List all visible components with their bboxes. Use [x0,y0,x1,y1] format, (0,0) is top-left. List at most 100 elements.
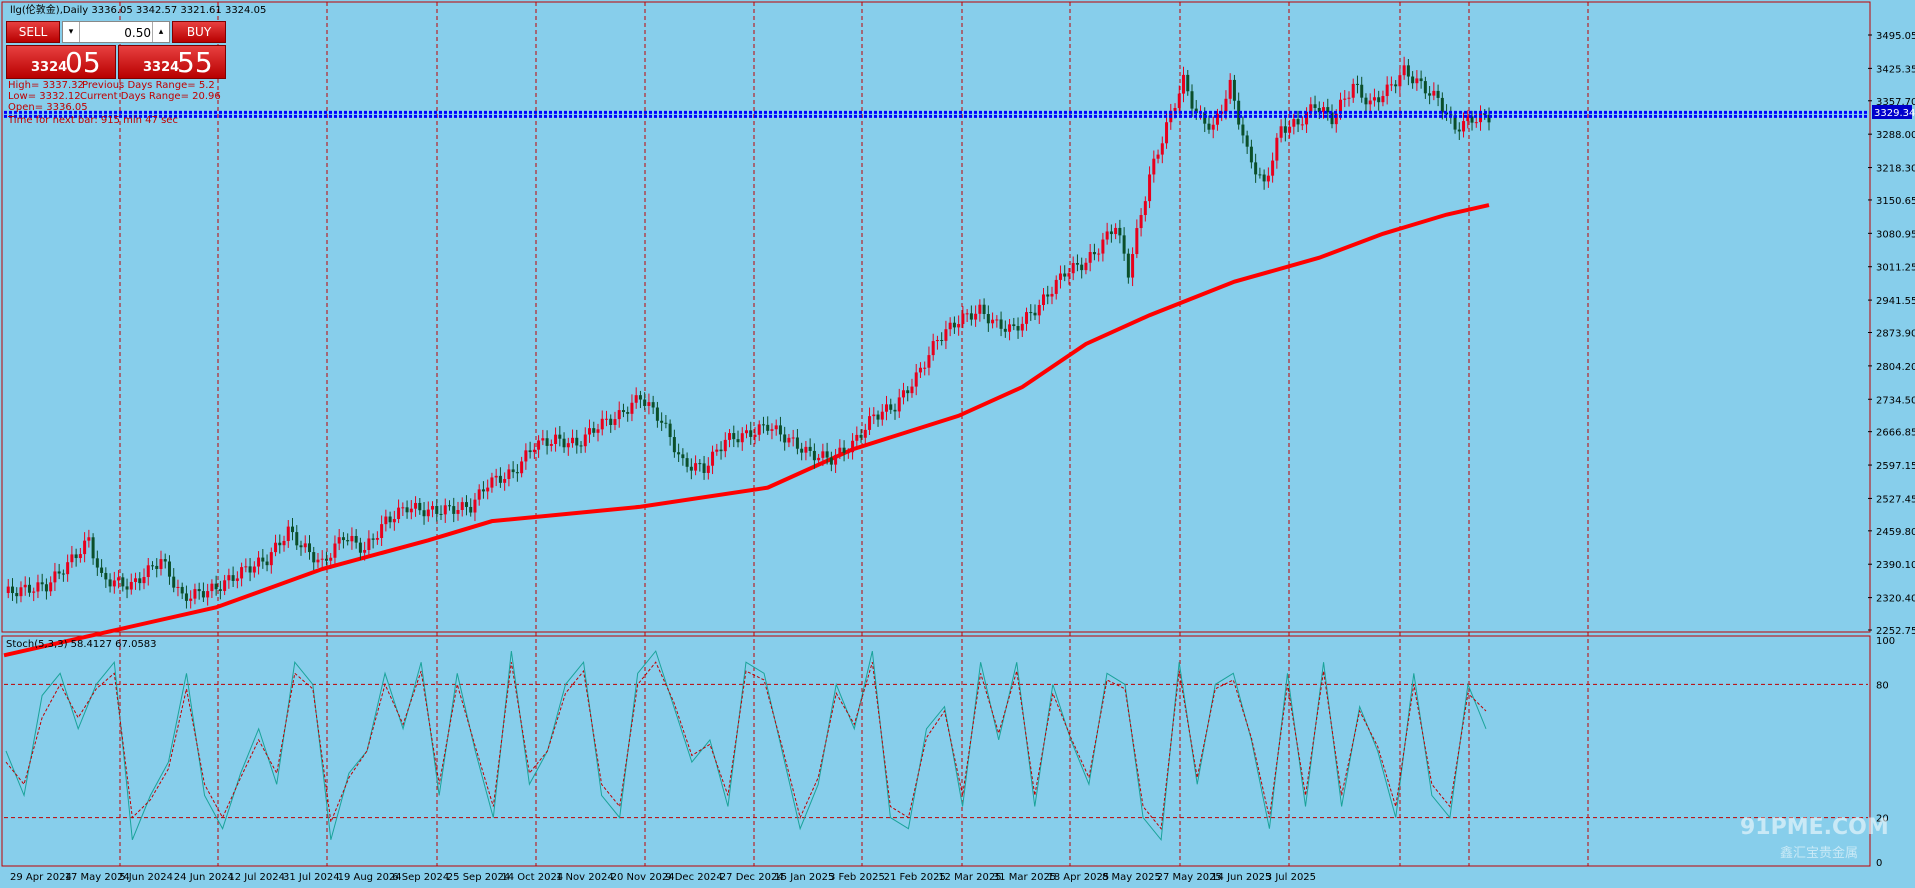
buy-button[interactable]: BUY [172,21,226,43]
candle-body [91,537,95,559]
candle-body [206,591,210,598]
x-tick-label: 14 Jun 2025 [1211,872,1271,883]
main-chart-border [1,1,1871,633]
ask-price-box[interactable]: 3324 55 [118,45,226,79]
candle-body [435,506,439,514]
candle-body [401,507,405,509]
candle-body [244,566,248,568]
candle-body [27,584,31,593]
one-click-trade-panel: SELL ▾ ▴ BUY 3324 05 3324 55 [6,21,226,79]
candle-body [1190,91,1194,109]
candle-body [1088,252,1092,263]
candle-body [112,580,116,587]
candle-body [575,437,579,446]
candle-body [885,404,889,412]
candle-body [1241,124,1245,136]
grid-lines [119,2,1589,866]
candle-body [846,452,850,454]
candle-body [261,557,265,562]
y-tick-label: 3495.05 [1876,31,1915,42]
y-tick-label: 3218.30 [1876,164,1915,175]
candle-body [948,322,952,330]
candle-body [965,313,969,315]
candle-body [626,412,630,414]
candle-body [481,489,485,492]
candle-body [452,506,456,514]
candle-body [1037,305,1041,316]
candle-body [1186,74,1190,92]
candle-body [151,565,154,567]
candle-body [812,450,816,461]
sell-button[interactable]: SELL [6,21,60,43]
bid-price-box[interactable]: 3324 05 [6,45,116,79]
x-tick-label: 6 Sep 2024 [392,872,449,883]
candle-body [358,542,362,553]
candle-body [1368,100,1372,105]
candle-body [638,395,642,400]
candle-body [1292,119,1296,127]
candle-body [486,487,490,492]
candle-body [1360,84,1364,98]
candle-body [1394,84,1398,87]
candle-body [252,566,256,573]
candle-body [1016,326,1020,331]
candle-body [197,589,201,592]
y-tick-label: 3288.00 [1876,130,1915,141]
candle-body [821,451,825,458]
candle-body [248,566,252,573]
y-tick-label: 2873.90 [1876,329,1915,340]
candle-body [1258,174,1262,176]
candle-body [1143,201,1147,216]
candle-body [10,586,14,594]
candle-body [498,475,502,483]
candle-body [1033,312,1037,316]
candle-body [329,557,333,561]
candle-body [660,420,664,423]
chart-canvas[interactable]: 10080200 3495.053425.353357.703288.00321… [0,0,1915,888]
candle-body [715,449,719,452]
candle-body [1003,328,1007,332]
candle-body [172,576,176,588]
candle-body [600,418,604,430]
candle-body [295,532,299,546]
candle-body [159,559,163,569]
candle-body [855,434,859,441]
lot-size-input[interactable] [81,23,153,43]
candle-body [791,437,795,439]
candle-body [1058,273,1062,280]
price-label: 3329.34 [1874,108,1915,119]
x-tick-label: 9 Dec 2024 [665,872,723,883]
candle-body [503,479,507,483]
candle-body [842,447,846,453]
candle-body [808,446,812,451]
candle-body [914,372,918,387]
candle-body [1249,146,1253,163]
candle-body [1105,231,1109,240]
lot-increase-icon[interactable]: ▴ [152,22,169,42]
candle-body [53,571,57,583]
candle-body [125,586,129,590]
candle-body [240,567,244,579]
candle-body [1313,104,1317,108]
candle-body [863,429,867,438]
candle-body [609,418,613,425]
candle-body [613,419,617,425]
candle-body [1330,112,1334,125]
candle-body [184,593,188,601]
candle-body [1411,76,1415,84]
candle-body [838,447,842,455]
stoch-y-tick-label: 80 [1876,680,1889,691]
candle-body [180,586,184,594]
candle-body [817,457,821,461]
candle-body [1457,129,1461,132]
y-tick-label: 2597.15 [1876,461,1915,472]
candle-body [61,573,65,575]
lot-decrease-icon[interactable]: ▾ [63,22,80,42]
x-tick-label: 21 Feb 2025 [884,872,946,883]
candle-body [121,577,125,587]
candle-body [681,454,685,459]
candle-body [520,461,524,474]
info-high: High= 3337.32 [8,80,84,91]
candle-body [1296,119,1300,125]
candle-body [1385,84,1389,97]
